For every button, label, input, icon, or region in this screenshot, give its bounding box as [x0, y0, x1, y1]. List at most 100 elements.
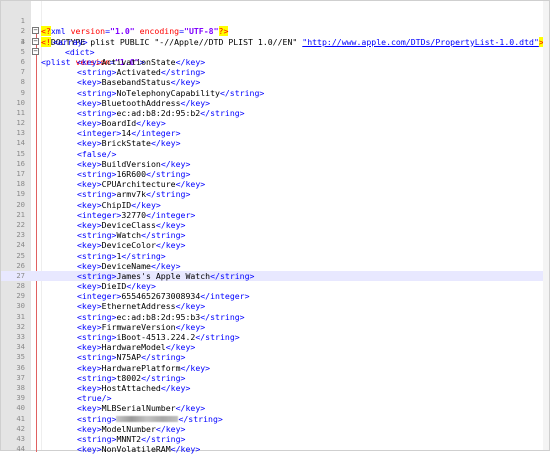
code-line[interactable]: 27 <string>James's Apple Watch</string>	[1, 270, 549, 282]
code-line[interactable]: 14 <key>BrickState</key>	[1, 138, 549, 148]
code-line[interactable]: 3 − <plist version="1.0">	[1, 26, 549, 67]
code-line[interactable]: 5− <dict>	[1, 47, 549, 57]
code-line[interactable]: 11 <string>ec:ad:b8:2d:95:b2</string>	[1, 108, 549, 118]
code-line[interactable]: 13 <integer>14</integer>	[1, 128, 549, 138]
line-number: 19	[16, 189, 25, 199]
code-line[interactable]: 7 <string>Activated</string>	[1, 67, 549, 77]
line-number: 17	[16, 169, 25, 178]
line-content: <key>HostAttached</key>	[77, 382, 191, 393]
code-line[interactable]: 21 <integer>32770</integer>	[1, 210, 549, 220]
line-content: <key>HardwarePlatform</key>	[77, 362, 211, 373]
code-line[interactable]: 9 <string>NoTelephonyCapability</string>	[1, 88, 549, 98]
code-line[interactable]: 2 <!DOCTYPE plist PUBLIC "-//Apple//DTD …	[1, 16, 549, 47]
line-number: 39	[16, 393, 25, 403]
xml-editor[interactable]: 1 <?xml version="1.0" encoding="UTF-8"?>…	[0, 0, 550, 454]
code-line[interactable]: 31 <string>ec:ad:b8:2d:95:b3</string>	[1, 312, 549, 322]
line-content: <key>BuildVersion</key>	[77, 158, 191, 169]
code-line[interactable]: 17 <string>16R600</string>	[1, 169, 549, 179]
code-line[interactable]: 4− <array>	[1, 37, 549, 47]
code-line[interactable]: 39 <true/>	[1, 393, 549, 403]
code-line[interactable]: 43 <string>MNNT2</string>	[1, 434, 549, 444]
key-value: BasebandStatus	[101, 77, 171, 88]
line-content: <string>NoTelephonyCapability</string>	[77, 87, 265, 98]
line-content: <string>16R600</string>	[77, 169, 191, 179]
integer-value: 6554652673008934	[121, 291, 201, 302]
code-line[interactable]: 26 <key>DeviceName</key>	[1, 261, 549, 271]
key-value: DeviceName	[101, 260, 151, 271]
line-number: 16	[16, 158, 25, 168]
line-number: 44	[16, 444, 25, 454]
fold-toggle-icon[interactable]: −	[32, 27, 39, 35]
line-content: <string>t8002</string>	[77, 372, 186, 383]
code-line[interactable]: 20 <key>ChipID</key>	[1, 200, 549, 210]
code-line[interactable]: 33 <string>iBoot-4513.224.2</string>	[1, 332, 549, 342]
line-content: <key>BrickState</key>	[77, 138, 181, 149]
line-content: <true/>	[77, 393, 112, 404]
line-number: 42	[16, 423, 25, 433]
key-value: MLBSerialNumber	[101, 403, 176, 414]
line-content: <string>Watch</string>	[77, 230, 186, 241]
line-number: 24	[16, 240, 25, 250]
key-value: HardwarePlatform	[101, 362, 181, 373]
line-content: <key>DieID</key>	[77, 281, 156, 292]
code-line[interactable]: 30 <key>EthernetAddress</key>	[1, 301, 549, 311]
code-line[interactable]: 35 <string>N75AP</string>	[1, 352, 549, 362]
string-value: t8002	[116, 372, 142, 383]
string-value: NoTelephonyCapability	[116, 87, 220, 98]
code-line[interactable]: 25 <string>1</string>	[1, 251, 549, 261]
integer-value: 14	[121, 128, 132, 139]
string-value: armv7k	[116, 189, 147, 200]
fold-toggle-icon[interactable]: −	[32, 37, 39, 45]
code-line[interactable]: 8 <key>BasebandStatus</key>	[1, 77, 549, 87]
code-line[interactable]: 42 <key>ModelNumber</key>	[1, 424, 549, 434]
code-line[interactable]: 34 <key>HardwareModel</key>	[1, 342, 549, 352]
key-value: EthernetAddress	[101, 301, 176, 312]
vertical-scrollbar[interactable]	[543, 1, 549, 450]
code-line[interactable]: 28 <key>DieID</key>	[1, 281, 549, 291]
code-line[interactable]: 6 <key>ActivationState</key>	[1, 57, 549, 67]
code-line[interactable]: 12 <key>BoardId</key>	[1, 118, 549, 128]
code-line[interactable]: 44 <key>NonVolatileRAM</key>	[1, 444, 549, 454]
code-line[interactable]: 32 <key>FirmwareVersion</key>	[1, 322, 549, 332]
key-value: ModelNumber	[101, 423, 156, 434]
redacted-serial	[116, 416, 179, 422]
code-area[interactable]: 1 <?xml version="1.0" encoding="UTF-8"?>…	[1, 6, 549, 454]
fold-toggle-icon[interactable]: −	[32, 47, 39, 55]
key-value: HostAttached	[101, 382, 161, 393]
line-number: 9	[20, 87, 25, 97]
line-content: <key>BasebandStatus</key>	[77, 77, 201, 88]
code-line[interactable]: 38 <key>HostAttached</key>	[1, 383, 549, 393]
line-number: 8	[20, 77, 25, 87]
code-line[interactable]: 36 <key>HardwarePlatform</key>	[1, 363, 549, 373]
code-line[interactable]: 41 <string> </string>	[1, 414, 549, 424]
line-number: 6	[20, 56, 25, 66]
line-number: 21	[16, 209, 25, 219]
code-line[interactable]: 19 <string>armv7k</string>	[1, 189, 549, 199]
code-line[interactable]: 10 <key>BluetoothAddress</key>	[1, 98, 549, 108]
code-line[interactable]: 1 <?xml version="1.0" encoding="UTF-8"?>	[1, 6, 549, 37]
line-number: 34	[16, 342, 25, 352]
code-line[interactable]: 18 <key>CPUArchitecture</key>	[1, 179, 549, 189]
code-line[interactable]: 23 <string>Watch</string>	[1, 230, 549, 240]
code-line[interactable]: 22 <key>DeviceClass</key>	[1, 220, 549, 230]
string-value: ec:ad:b8:2d:95:b3	[116, 311, 201, 322]
line-content: <integer>6554652673008934</integer>	[77, 291, 250, 302]
string-value: 16R600	[116, 169, 147, 179]
string-value: Watch	[116, 230, 142, 241]
line-content: <string>James's Apple Watch</string>	[77, 270, 255, 281]
code-line[interactable]: 40 <key>MLBSerialNumber</key>	[1, 403, 549, 413]
code-line[interactable]: 16 <key>BuildVersion</key>	[1, 159, 549, 169]
code-line[interactable]: 15 <false/>	[1, 149, 549, 159]
line-content: <key>BluetoothAddress</key>	[77, 97, 211, 108]
key-value: DeviceClass	[101, 219, 156, 230]
string-value: Activated	[116, 67, 161, 78]
line-number: 27	[16, 270, 25, 280]
line-content: <string>iBoot-4513.224.2</string>	[77, 332, 240, 342]
string-value: MNNT2	[116, 433, 142, 444]
code-line[interactable]: 24 <key>DeviceColor</key>	[1, 240, 549, 250]
line-number: 35	[16, 352, 25, 362]
string-value: iBoot-4513.224.2	[116, 332, 196, 342]
line-content: <string>armv7k</string>	[77, 189, 191, 200]
code-line[interactable]: 29 <integer>6554652673008934</integer>	[1, 291, 549, 301]
code-line[interactable]: 37 <string>t8002</string>	[1, 373, 549, 383]
